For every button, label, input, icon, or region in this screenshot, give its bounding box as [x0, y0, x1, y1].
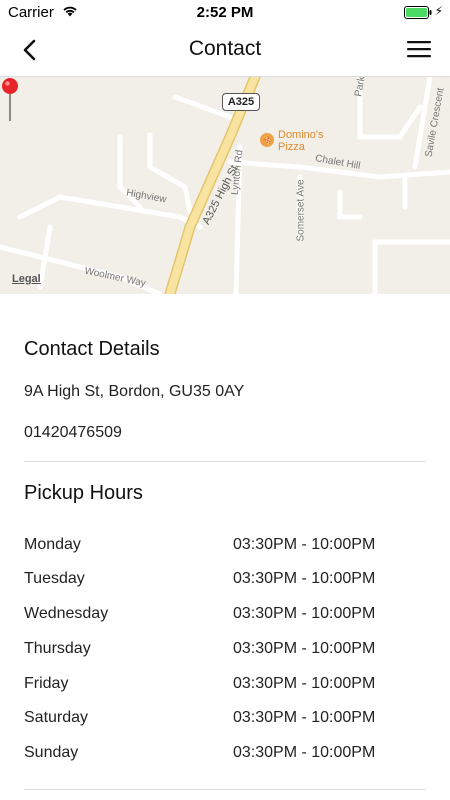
hamburger-menu-icon[interactable]: [406, 37, 432, 61]
section-divider: [24, 461, 426, 462]
page-title: Contact: [188, 37, 262, 60]
phone-text[interactable]: 01420476509: [24, 424, 122, 442]
hours-time: 03:30PM - 10:00PM: [233, 605, 376, 622]
hours-time: 03:30PM - 10:00PM: [233, 744, 376, 761]
address-text: 9A High St, Bordon, GU35 0AY: [24, 383, 245, 400]
pizza-poi-icon[interactable]: 🍕: [260, 133, 274, 147]
hours-time: 03:30PM - 10:00PM: [233, 675, 376, 692]
hours-time: 03:30PM - 10:00PM: [233, 640, 376, 657]
poi-name-line2: Pizza: [278, 141, 305, 153]
hours-row: Friday 03:30PM - 10:00PM: [24, 675, 426, 709]
hours-day: Monday: [24, 536, 81, 553]
poi-name-line1: Domino's: [278, 129, 324, 141]
hours-row: Sunday 03:30PM - 10:00PM: [24, 744, 426, 778]
location-map[interactable]: A325 🍕 Domino's Pizza A325 High St Lynto…: [0, 77, 450, 294]
hours-day: Wednesday: [24, 605, 109, 622]
hours-time: 03:30PM - 10:00PM: [233, 536, 376, 553]
location-pin-icon[interactable]: [0, 77, 20, 123]
hours-time: 03:30PM - 10:00PM: [233, 709, 376, 726]
map-legal-link[interactable]: Legal: [12, 273, 41, 285]
battery-icon: [404, 6, 432, 19]
clock-time: 2:52 PM: [196, 4, 254, 21]
hours-row: Monday 03:30PM - 10:00PM: [24, 536, 426, 570]
contact-details-heading: Contact Details: [24, 338, 160, 360]
hours-day: Saturday: [24, 709, 89, 726]
poi-label[interactable]: Domino's Pizza: [278, 129, 324, 153]
road-shield-a325: A325: [222, 93, 260, 111]
pickup-hours-heading: Pickup Hours: [24, 482, 143, 504]
street-label-somerset-ave: Somerset Ave: [295, 179, 307, 242]
hours-row: Wednesday 03:30PM - 10:00PM: [24, 605, 426, 639]
status-bar: Carrier 2:52 PM ⚡: [0, 0, 450, 24]
hours-day: Tuesday: [24, 570, 85, 587]
hours-day: Sunday: [24, 744, 79, 761]
charging-bolt-icon: ⚡: [434, 4, 443, 18]
hours-day: Friday: [24, 675, 69, 692]
hours-row: Saturday 03:30PM - 10:00PM: [24, 709, 426, 743]
hours-row: Tuesday 03:30PM - 10:00PM: [24, 570, 426, 604]
navigation-bar: Contact: [0, 24, 450, 77]
hours-row: Thursday 03:30PM - 10:00PM: [24, 640, 426, 674]
section-divider: [24, 789, 426, 790]
hours-time: 03:30PM - 10:00PM: [233, 570, 376, 587]
hours-day: Thursday: [24, 640, 91, 657]
